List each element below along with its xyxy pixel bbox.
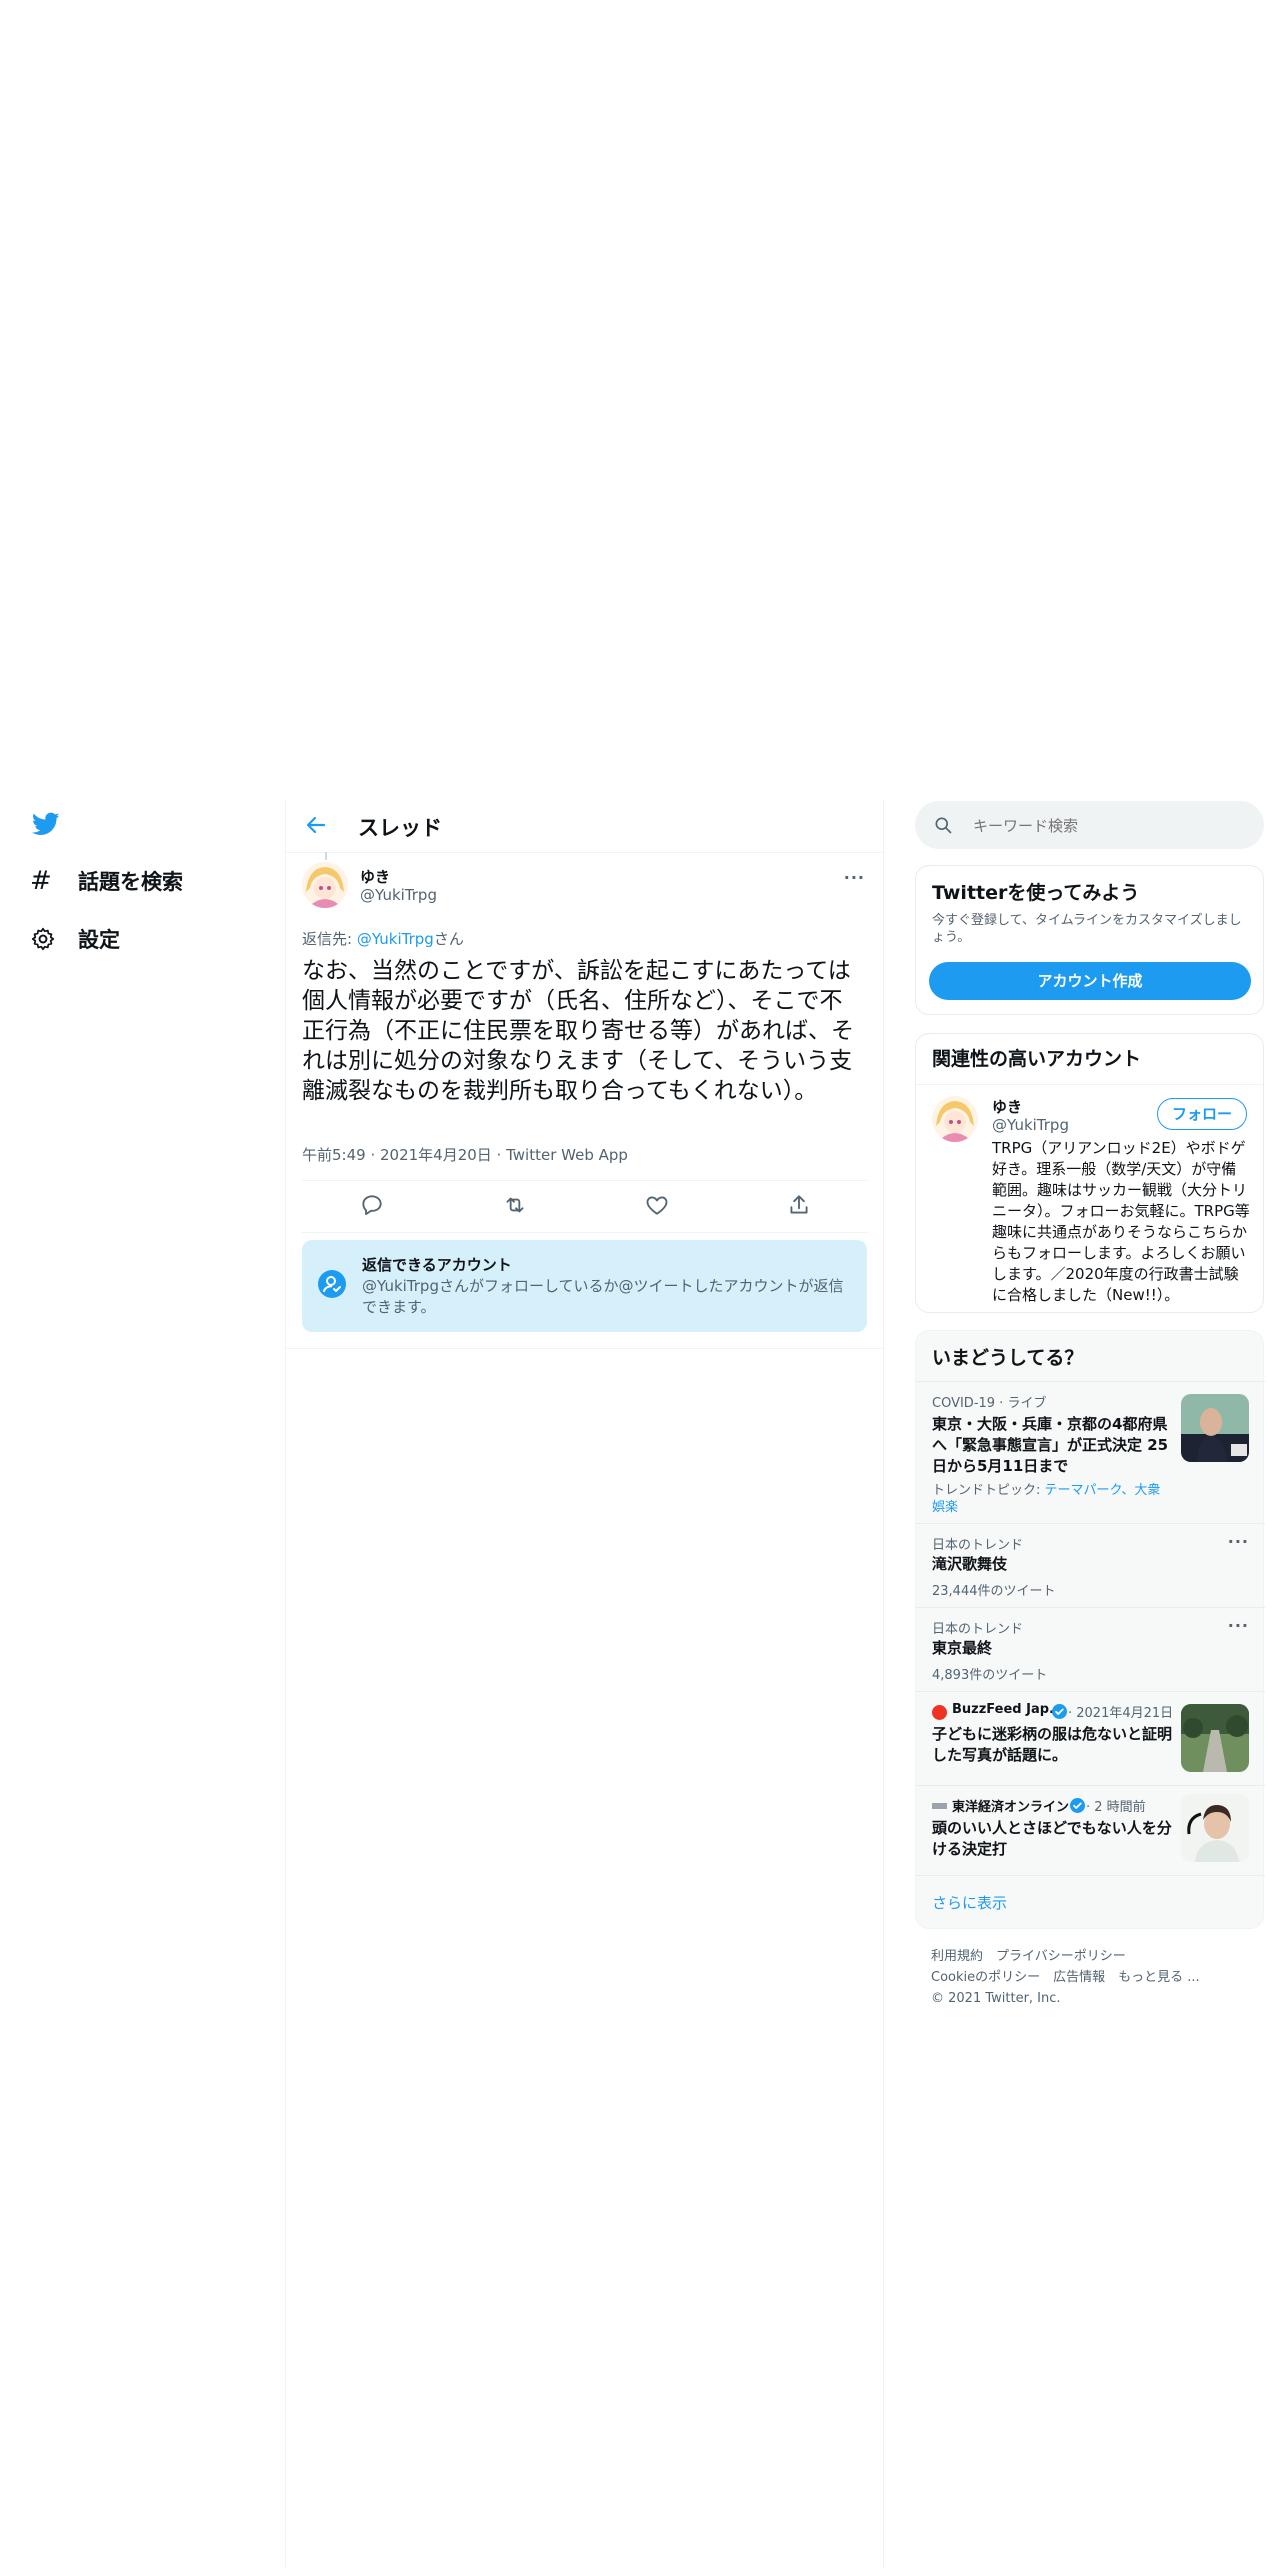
trend-item[interactable]: 日本のトレンド 滝沢歌舞伎 23,444件のツイート ···	[916, 1523, 1265, 1607]
trend-count: 4,893件のツイート	[932, 1668, 1048, 1683]
news-source: BuzzFeed Jap...	[952, 1702, 1064, 1717]
show-more-label: さらに表示	[932, 1894, 1008, 1912]
divider	[302, 1180, 867, 1181]
news-title: 頭のいい人とさほどでもない人を分ける決定打	[932, 1819, 1172, 1858]
news-item[interactable]: 東洋経済オンライン · 2 時間前 頭のいい人とさほどでもない人を分ける決定打	[916, 1785, 1265, 1875]
hashtag-icon: #	[30, 866, 52, 896]
reply-restriction-notice: 返信できるアカウント @YukiTrpgさんがフォローしているか@ツイートしたア…	[302, 1240, 867, 1332]
reply-suffix: さん	[433, 930, 464, 948]
footer-line-1[interactable]: 利用規約 プライバシーポリシー	[931, 1946, 1200, 1967]
news-time: · 2 時間前	[1086, 1800, 1146, 1815]
trend-category: COVID-19 · ライブ	[932, 1396, 1047, 1411]
news-title: 子どもに迷彩柄の服は危ないと証明した写真が話題に。	[932, 1725, 1173, 1764]
author-handle[interactable]: @YukiTrpg	[360, 886, 437, 904]
trend-topics: トレンドトピック: テーマパーク、大衆娯楽	[932, 1482, 1172, 1516]
search-input[interactable]	[971, 813, 1245, 839]
retweet-icon[interactable]	[502, 1192, 528, 1218]
author-name[interactable]: ゆき	[360, 866, 390, 887]
divider	[302, 1232, 867, 1233]
more-options-icon[interactable]: ···	[1228, 1616, 1249, 1635]
news-source: 東洋経済オンライン	[952, 1800, 1070, 1815]
create-account-button[interactable]: アカウント作成	[929, 962, 1251, 1000]
trend-title: 滝沢歌舞伎	[932, 1555, 1008, 1573]
reply-to-handle[interactable]: @YukiTrpg	[357, 930, 434, 948]
tweet-meta[interactable]: 午前5:49 · 2021年4月20日 · Twitter Web App	[302, 1144, 628, 1165]
relevant-accounts-card: 関連性の高いアカウント ゆき @YukiTrpg フォロー TRPG（アリアンロ…	[915, 1033, 1264, 1313]
trend-item[interactable]: COVID-19 · ライブ 東京・大阪・兵庫・京都の4都府県へ「緊急事態宣言」…	[916, 1381, 1265, 1523]
news-item[interactable]: BuzzFeed Jap... · 2021年4月21日 子どもに迷彩柄の服は危…	[916, 1691, 1265, 1785]
buzzfeed-logo-icon	[932, 1705, 947, 1720]
follow-button[interactable]: フォロー	[1157, 1098, 1247, 1130]
page-title: スレッド	[358, 816, 442, 840]
thread-header: スレッド	[286, 800, 883, 853]
reply-icon[interactable]	[359, 1192, 385, 1218]
nav-explore[interactable]: # 話題を検索	[30, 866, 183, 896]
footer-links: 利用規約 プライバシーポリシー Cookieのポリシー 広告情報 もっと見る .…	[931, 1946, 1200, 2009]
news-thumbnail	[1181, 1794, 1249, 1862]
column-divider-right	[883, 800, 884, 2568]
reply-notice-handle[interactable]: @YukiTrpg	[362, 1277, 439, 1295]
column-divider-left	[285, 800, 286, 2568]
nav-settings[interactable]: 設定	[30, 924, 120, 954]
signup-title: Twitterを使ってみよう	[932, 882, 1140, 904]
show-more-link[interactable]: さらに表示	[916, 1875, 1265, 1930]
reply-to-line: 返信先: @YukiTrpgさん	[302, 928, 464, 949]
person-check-icon	[318, 1270, 346, 1298]
more-options-icon[interactable]: ···	[844, 868, 865, 887]
verified-badge-icon	[1052, 1704, 1067, 1719]
trends-card: いまどうしてる？ COVID-19 · ライブ 東京・大阪・兵庫・京都の4都府県…	[915, 1330, 1265, 1930]
reply-prefix: 返信先:	[302, 930, 357, 948]
divider	[916, 1084, 1263, 1085]
relevant-name[interactable]: ゆき	[992, 1096, 1022, 1117]
relevant-bio: TRPG（アリアンロッド2E）やボドゲ好き。理系一般（数学/天文）が守備範囲。趣…	[992, 1139, 1250, 1304]
tweet-text: なお、当然のことですが、訴訟を起こすにあたっては個人情報が必要ですが（氏名、住所…	[302, 958, 854, 1104]
trend-topics-prefix: トレンドトピック:	[932, 1483, 1045, 1498]
relevant-handle[interactable]: @YukiTrpg	[992, 1116, 1069, 1134]
trend-title: 東京・大阪・兵庫・京都の4都府県へ「緊急事態宣言」が正式決定 25日から5月11…	[932, 1415, 1169, 1475]
reply-notice-body: @YukiTrpgさんがフォローしているか@ツイートしたアカウントが返信できます…	[362, 1276, 852, 1318]
news-time: · 2021年4月21日	[1068, 1706, 1174, 1721]
share-icon[interactable]	[786, 1192, 812, 1218]
trend-title: 東京最終	[932, 1639, 993, 1657]
avatar[interactable]	[302, 862, 348, 908]
trend-item[interactable]: 日本のトレンド 東京最終 4,893件のツイート ···	[916, 1607, 1265, 1691]
footer-copyright: © 2021 Twitter, Inc.	[931, 1991, 1061, 2006]
relevant-title: 関連性の高いアカウント	[932, 1048, 1142, 1070]
toyokeizai-logo-icon	[932, 1803, 947, 1809]
trends-title: いまどうしてる？	[932, 1347, 1084, 1369]
divider	[286, 1348, 883, 1349]
like-icon[interactable]	[644, 1192, 670, 1218]
signup-desc: 今すぐ登録して、タイムラインをカスタマイズしましょう。	[932, 913, 1242, 945]
thread-connector	[325, 852, 327, 860]
footer-line-2[interactable]: Cookieのポリシー 広告情報 もっと見る ...	[931, 1967, 1200, 1988]
signup-card: Twitterを使ってみよう 今すぐ登録して、タイムラインをカスタマイズしましょ…	[915, 865, 1264, 1015]
twitter-logo-icon[interactable]	[30, 810, 62, 838]
trend-category: 日本のトレンド	[932, 1538, 1024, 1553]
gear-icon	[30, 926, 56, 952]
trend-count: 23,444件のツイート	[932, 1584, 1056, 1599]
search-box[interactable]	[915, 801, 1264, 849]
more-options-icon[interactable]: ···	[1228, 1532, 1249, 1551]
nav-settings-label: 設定	[78, 928, 120, 952]
nav-explore-label: 話題を検索	[78, 870, 183, 894]
news-thumbnail	[1181, 1704, 1249, 1772]
back-arrow-icon[interactable]	[304, 813, 328, 837]
reply-notice-title: 返信できるアカウント	[362, 1256, 512, 1274]
verified-badge-icon	[1070, 1798, 1085, 1813]
search-icon	[933, 815, 953, 835]
relevant-avatar[interactable]	[932, 1096, 978, 1142]
trend-category: 日本のトレンド	[932, 1622, 1024, 1637]
trend-thumbnail	[1181, 1394, 1249, 1462]
